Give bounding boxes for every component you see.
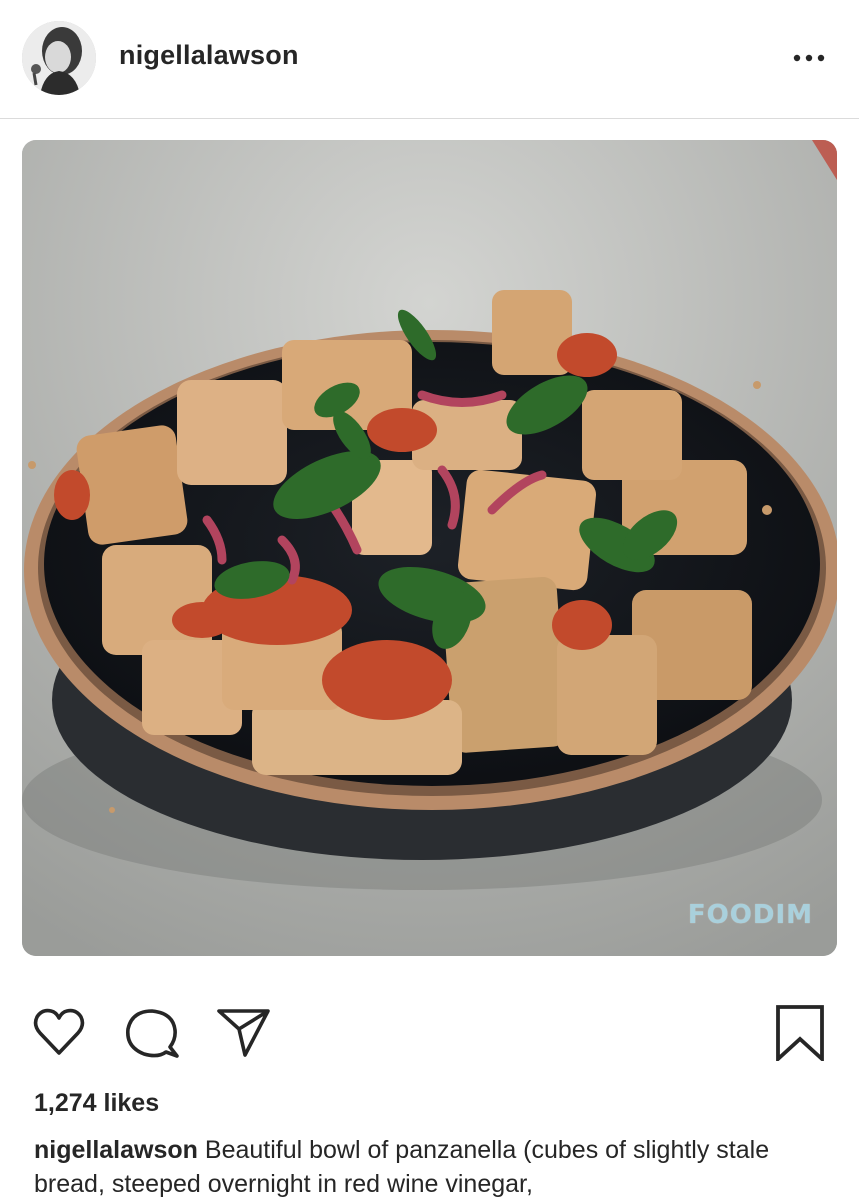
avatar[interactable]: [22, 21, 96, 95]
bookmark-icon: [776, 1005, 824, 1061]
comment-bubble-icon: [126, 1009, 179, 1058]
like-button[interactable]: [30, 1003, 88, 1061]
heart-icon: [33, 1008, 85, 1055]
post-caption: nigellalawson Beautiful bowl of panzanel…: [34, 1133, 834, 1201]
image-watermark: FOODIM: [687, 900, 813, 930]
caption-username[interactable]: nigellalawson: [34, 1136, 198, 1164]
more-options-button[interactable]: [789, 44, 829, 72]
header-divider: [0, 118, 859, 119]
paper-plane-icon: [217, 1009, 270, 1057]
food-photo: [22, 140, 837, 956]
share-button[interactable]: [214, 1003, 272, 1061]
username[interactable]: nigellalawson: [119, 40, 299, 71]
avatar-image: [22, 21, 96, 95]
post-image[interactable]: FOODIM: [22, 140, 837, 956]
more-options-icon: [793, 54, 825, 62]
save-button[interactable]: [770, 1003, 828, 1061]
comment-button[interactable]: [122, 1003, 180, 1061]
like-count[interactable]: 1,274 likes: [34, 1089, 159, 1118]
post-header: nigellalawson: [0, 0, 859, 118]
